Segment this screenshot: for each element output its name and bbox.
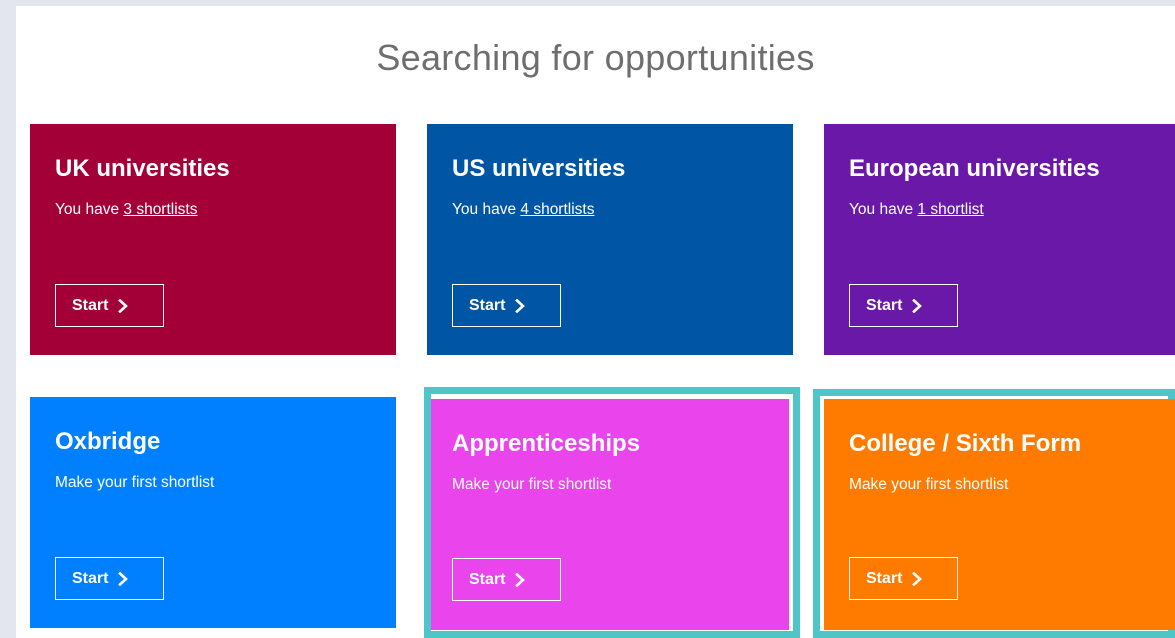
start-button[interactable]: Start (849, 284, 958, 327)
subtitle-prefix: You have (849, 201, 918, 218)
card-subtitle: Make your first shortlist (55, 474, 215, 491)
start-button[interactable]: Start (849, 557, 958, 600)
subtitle-prefix: You have (55, 201, 124, 218)
chevron-right-icon (515, 298, 526, 313)
card-title: European universities (849, 155, 1100, 182)
card-subtitle: Make your first shortlist (452, 476, 612, 493)
card-title: College / Sixth Form (849, 430, 1082, 457)
chevron-right-icon (912, 298, 923, 313)
card-college-sixth-form[interactable]: College / Sixth Form Make your first sho… (824, 399, 1175, 630)
subtitle-prefix: You have (452, 201, 521, 218)
start-button[interactable]: Start (452, 284, 561, 327)
start-button-label: Start (72, 296, 109, 314)
card-subtitle: You have 4 shortlists (452, 200, 594, 220)
start-button[interactable]: Start (452, 558, 561, 601)
start-button-label: Start (469, 570, 506, 588)
card-us-universities[interactable]: US universities You have 4 shortlists St… (427, 124, 793, 355)
card-oxbridge[interactable]: Oxbridge Make your first shortlist Start (30, 397, 396, 628)
chevron-right-icon (515, 572, 526, 587)
card-title: Apprenticeships (452, 430, 641, 457)
card-european-universities[interactable]: European universities You have 1 shortli… (824, 124, 1175, 355)
chevron-right-icon (118, 571, 129, 586)
card-title: Oxbridge (55, 428, 161, 455)
card-title: US universities (452, 155, 626, 182)
card-subtitle: You have 1 shortlist (849, 200, 984, 220)
start-button-label: Start (866, 569, 903, 587)
chevron-right-icon (118, 298, 129, 313)
chevron-right-icon (912, 571, 923, 586)
shortlists-link[interactable]: 1 shortlist (917, 201, 983, 218)
start-button-label: Start (866, 296, 903, 314)
card-subtitle: Make your first shortlist (849, 476, 1009, 493)
start-button-label: Start (469, 296, 506, 314)
start-button[interactable]: Start (55, 284, 164, 327)
shortlists-link[interactable]: 4 shortlists (520, 201, 594, 218)
card-title: UK universities (55, 155, 230, 182)
start-button[interactable]: Start (55, 557, 164, 600)
page-title: Searching for opportunities (376, 37, 815, 78)
start-button-label: Start (72, 569, 109, 587)
shortlists-link[interactable]: 3 shortlists (123, 201, 197, 218)
card-uk-universities[interactable]: UK universities You have 3 shortlists St… (30, 124, 396, 355)
card-apprenticeships[interactable]: Apprenticeships Make your first shortlis… (431, 399, 789, 630)
card-subtitle: You have 3 shortlists (55, 200, 197, 220)
